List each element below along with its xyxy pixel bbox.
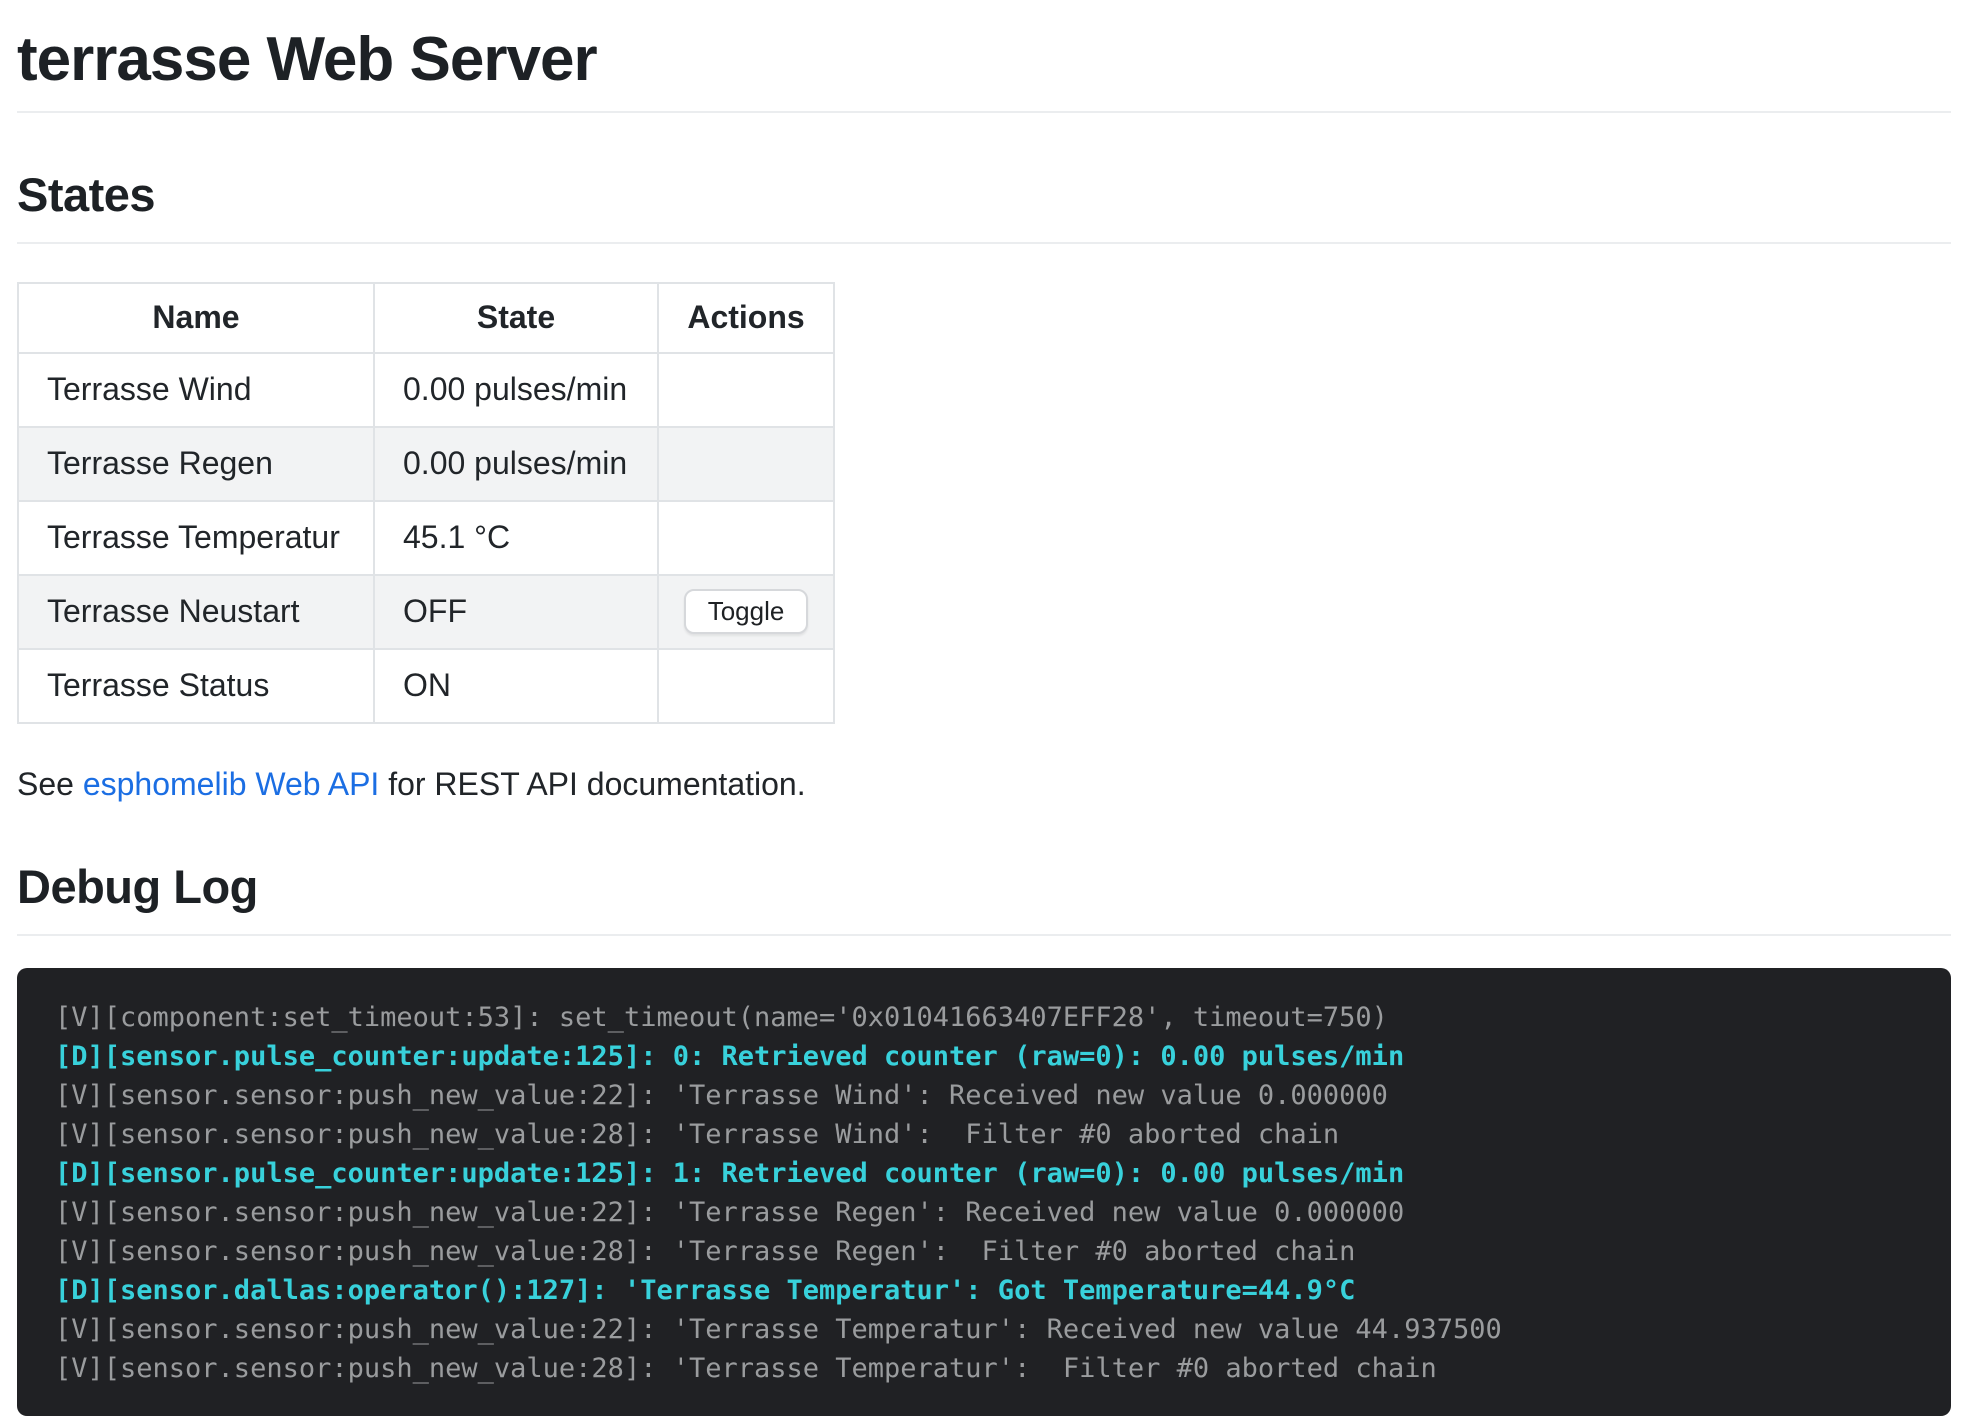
debug-log-heading: Debug Log	[17, 859, 1951, 935]
column-header-name: Name	[18, 283, 374, 353]
sensor-state-cell: OFF	[374, 575, 658, 649]
log-line: [V][sensor.sensor:push_new_value:22]: 'T…	[55, 1193, 1913, 1232]
states-heading: States	[17, 167, 1951, 243]
table-row-terrasse-status: Terrasse Status ON	[18, 649, 834, 723]
table-row-terrasse-neustart: Terrasse Neustart OFF Toggle	[18, 575, 834, 649]
sensor-state-cell: 0.00 pulses/min	[374, 353, 658, 427]
sensor-name-cell: Terrasse Temperatur	[18, 501, 374, 575]
table-row-terrasse-regen: Terrasse Regen 0.00 pulses/min	[18, 427, 834, 501]
log-line: [V][sensor.sensor:push_new_value:22]: 'T…	[55, 1310, 1913, 1349]
sensor-name-cell: Terrasse Regen	[18, 427, 374, 501]
api-note-prefix: See	[17, 766, 83, 802]
log-line: [V][sensor.sensor:push_new_value:28]: 'T…	[55, 1232, 1913, 1271]
sensor-name-cell: Terrasse Status	[18, 649, 374, 723]
esphomelib-web-api-link[interactable]: esphomelib Web API	[83, 766, 379, 802]
states-table: Name State Actions Terrasse Wind 0.00 pu…	[17, 282, 835, 724]
column-header-actions: Actions	[658, 283, 834, 353]
log-line: [D][sensor.pulse_counter:update:125]: 1:…	[55, 1154, 1913, 1193]
table-row-terrasse-wind: Terrasse Wind 0.00 pulses/min	[18, 353, 834, 427]
table-row-terrasse-temperatur: Terrasse Temperatur 45.1 °C	[18, 501, 834, 575]
sensor-state-cell: 0.00 pulses/min	[374, 427, 658, 501]
column-header-state: State	[374, 283, 658, 353]
sensor-state-cell: ON	[374, 649, 658, 723]
page-title: terrasse Web Server	[17, 24, 1951, 113]
sensor-actions-cell	[658, 649, 834, 723]
api-note-suffix: for REST API documentation.	[379, 766, 805, 802]
sensor-state-cell: 45.1 °C	[374, 501, 658, 575]
sensor-actions-cell	[658, 427, 834, 501]
table-header-row: Name State Actions	[18, 283, 834, 353]
log-line: [V][sensor.sensor:push_new_value:28]: 'T…	[55, 1115, 1913, 1154]
log-line: [V][component:set_timeout:53]: set_timeo…	[55, 998, 1913, 1037]
sensor-actions-cell	[658, 501, 834, 575]
sensor-actions-cell	[658, 353, 834, 427]
log-line: [D][sensor.pulse_counter:update:125]: 0:…	[55, 1037, 1913, 1076]
log-line: [D][sensor.dallas:operator():127]: 'Terr…	[55, 1271, 1913, 1310]
log-line: [V][sensor.sensor:push_new_value:22]: 'T…	[55, 1076, 1913, 1115]
debug-log-panel: [V][component:set_timeout:53]: set_timeo…	[17, 968, 1951, 1416]
api-note: See esphomelib Web API for REST API docu…	[17, 764, 1951, 806]
log-line: [V][sensor.sensor:push_new_value:28]: 'T…	[55, 1349, 1913, 1388]
toggle-button[interactable]: Toggle	[684, 589, 809, 634]
sensor-name-cell: Terrasse Wind	[18, 353, 374, 427]
sensor-name-cell: Terrasse Neustart	[18, 575, 374, 649]
sensor-actions-cell: Toggle	[658, 575, 834, 649]
